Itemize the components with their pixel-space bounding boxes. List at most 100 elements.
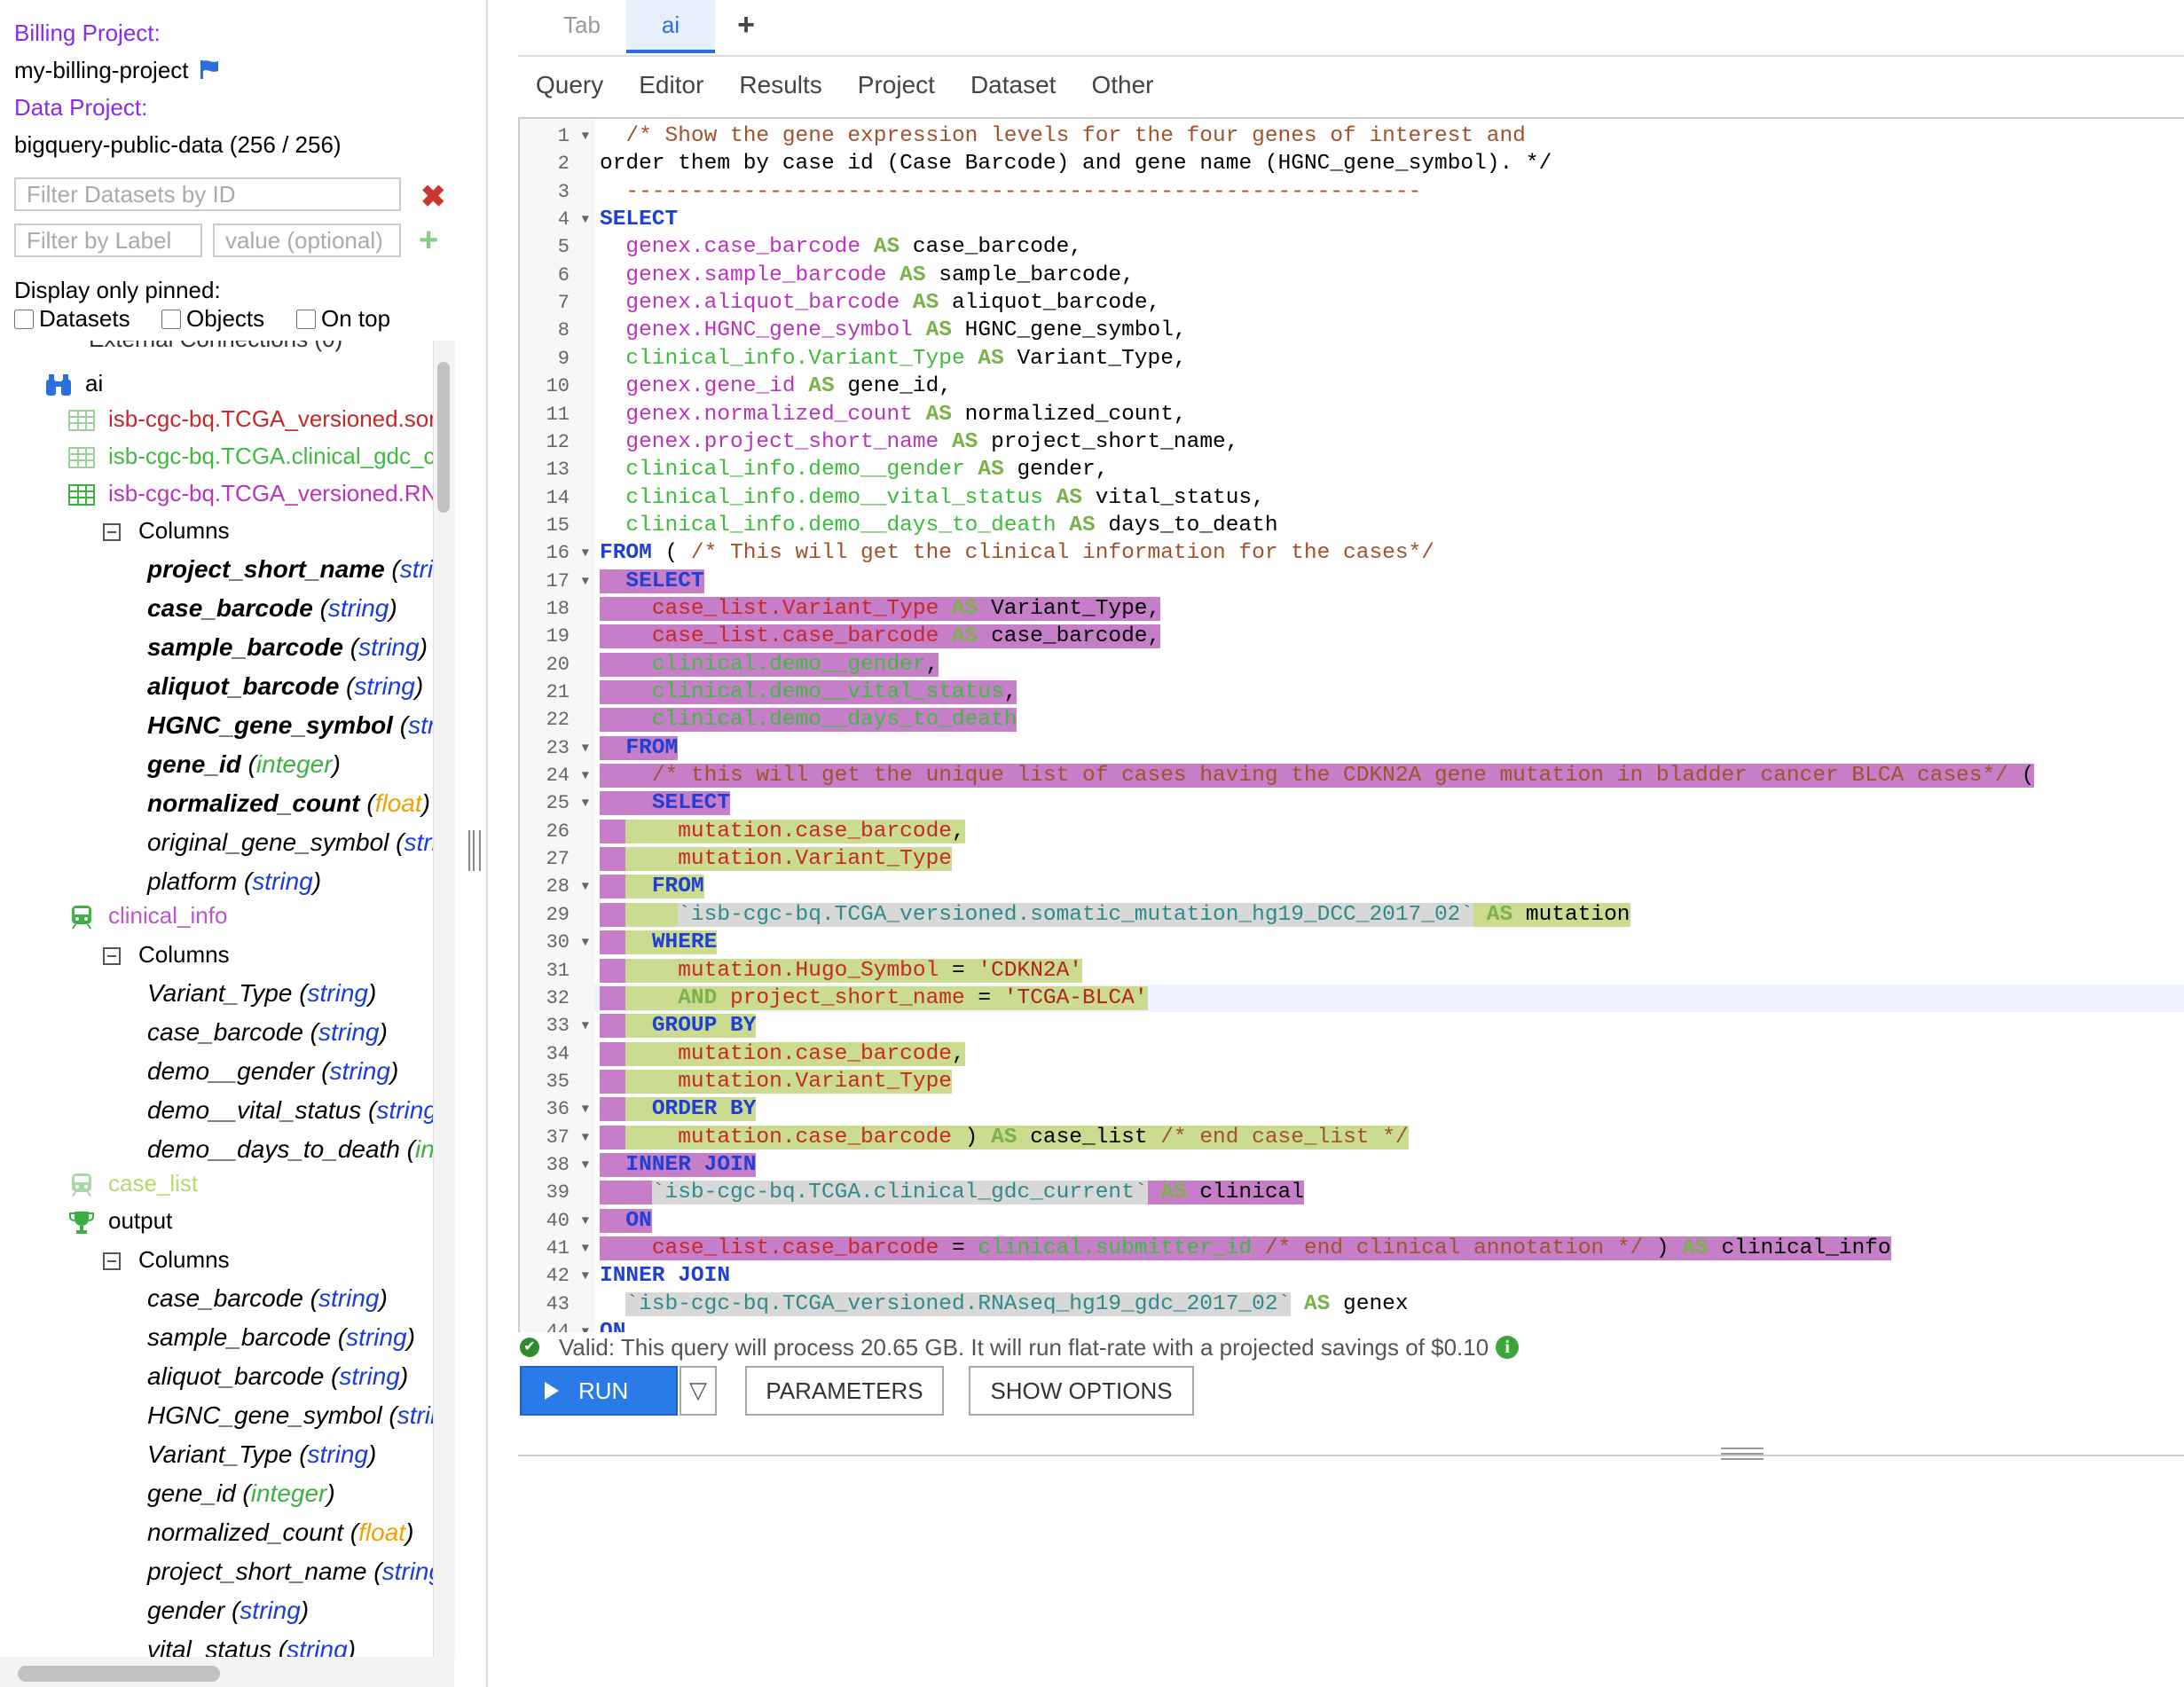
code-line[interactable]: genex.HGNC_gene_symbol AS HGNC_gene_symb… — [600, 317, 1186, 344]
pin-ontop-box[interactable] — [296, 309, 316, 329]
pin-ontop-checkbox[interactable]: On top — [296, 305, 390, 333]
tree-column[interactable]: gene_id (integer) — [147, 1474, 335, 1513]
tab-ai[interactable]: ai — [626, 0, 715, 53]
code-line[interactable]: mutation.Variant_Type — [600, 1068, 952, 1095]
fold-arrow-icon[interactable]: ▼ — [582, 790, 589, 818]
splitter-handle[interactable] — [468, 830, 481, 871]
fold-arrow-icon[interactable]: ▼ — [582, 1125, 589, 1152]
code-line[interactable]: clinical.demo__vital_status, — [600, 679, 1017, 706]
menu-other[interactable]: Other — [1091, 71, 1153, 106]
code-line[interactable]: case_list.Variant_Type AS Variant_Type, — [600, 595, 1161, 623]
add-tab-button[interactable]: + — [724, 0, 768, 53]
code-line[interactable]: clinical_info.Variant_Type AS Variant_Ty… — [600, 345, 1186, 373]
pin-objects-checkbox[interactable]: Objects — [161, 305, 264, 333]
fold-arrow-icon[interactable]: ▼ — [582, 763, 589, 790]
data-project-value[interactable]: bigquery-public-data (256 / 256) — [14, 131, 342, 159]
tree-project-ai[interactable]: ai — [44, 364, 103, 403]
tree-view-clinical-info[interactable]: clinical_info — [67, 896, 227, 935]
tree-table-somatic[interactable]: isb-cgc-bq.TCGA_versioned.somatic_mutati… — [67, 399, 433, 438]
code-line[interactable]: ON — [600, 1318, 625, 1332]
menu-dataset[interactable]: Dataset — [970, 71, 1057, 106]
tree-column[interactable]: project_short_name (string) — [147, 1552, 433, 1591]
flag-icon[interactable] — [199, 59, 222, 80]
tree-column[interactable]: HGNC_gene_symbol (string) — [147, 706, 433, 745]
tree-column[interactable]: Variant_Type (string) — [147, 974, 376, 1013]
code-line[interactable]: clinical.demo__days_to_death — [600, 706, 1017, 734]
fold-arrow-icon[interactable]: ▼ — [582, 1319, 589, 1332]
code-line[interactable]: FROM — [600, 734, 679, 762]
fold-arrow-icon[interactable]: ▼ — [582, 874, 589, 901]
info-icon[interactable]: i — [1496, 1336, 1520, 1359]
tree-column[interactable]: normalized_count (float) — [147, 1513, 413, 1552]
tree-output[interactable]: output — [67, 1201, 172, 1240]
fold-arrow-icon[interactable]: ▼ — [582, 1208, 589, 1236]
tree-column[interactable]: sample_barcode (string) — [147, 1318, 415, 1357]
run-button[interactable]: RUN — [520, 1366, 678, 1416]
tree-table-clinical[interactable]: isb-cgc-bq.TCGA.clinical_gdc_current — [67, 436, 433, 475]
tree-column[interactable]: sample_barcode (string) — [147, 628, 428, 667]
pin-objects-box[interactable] — [161, 309, 181, 329]
menu-editor[interactable]: Editor — [639, 71, 703, 106]
tree-column[interactable]: aliquot_barcode (string) — [147, 667, 423, 706]
code-line[interactable]: `isb-cgc-bq.TCGA.clinical_gdc_current` A… — [600, 1179, 1304, 1206]
code-line[interactable]: order them by case id (Case Barcode) and… — [600, 150, 1552, 177]
code-line[interactable]: genex.aliquot_barcode AS aliquot_barcode… — [600, 289, 1160, 317]
menu-results[interactable]: Results — [739, 71, 821, 106]
code-line[interactable]: `isb-cgc-bq.TCGA_versioned.RNAseq_hg19_g… — [600, 1291, 1409, 1318]
filter-label-input[interactable] — [14, 224, 202, 257]
code-line[interactable]: ORDER BY — [600, 1095, 757, 1123]
code-line[interactable]: genex.normalized_count AS normalized_cou… — [600, 401, 1186, 428]
parameters-button[interactable]: PARAMETERS — [745, 1366, 944, 1416]
fold-arrow-icon[interactable]: ▼ — [582, 540, 589, 568]
collapse-icon[interactable] — [103, 1252, 121, 1271]
add-filter-icon[interactable]: + — [419, 222, 438, 260]
filter-datasets-input[interactable] — [14, 177, 401, 211]
code-line[interactable]: WHERE — [600, 929, 718, 956]
fold-arrow-icon[interactable]: ▼ — [582, 1152, 589, 1180]
fold-arrow-icon[interactable]: ▼ — [582, 930, 589, 957]
pin-datasets-box[interactable] — [14, 309, 34, 329]
code-line[interactable]: case_list.case_barcode AS case_barcode, — [600, 623, 1161, 650]
tree-column[interactable]: HGNC_gene_symbol (string) — [147, 1396, 433, 1435]
code-line[interactable]: SELECT — [600, 789, 731, 817]
tree-column[interactable]: gene_id (integer) — [147, 745, 341, 784]
code-line[interactable]: FROM ( /* This will get the clinical inf… — [600, 539, 1434, 567]
fold-arrow-icon[interactable]: ▼ — [582, 1013, 589, 1040]
tree-columns-toggle[interactable]: Columns — [103, 1240, 230, 1279]
fold-arrow-icon[interactable]: ▼ — [582, 1096, 589, 1124]
code-line[interactable]: SELECT — [600, 568, 704, 595]
code-line[interactable]: AND project_short_name = 'TCGA-BLCA' — [600, 985, 1148, 1012]
code-line[interactable]: mutation.case_barcode, — [600, 818, 965, 845]
code-line[interactable]: INNER JOIN — [600, 1151, 757, 1179]
menu-project[interactable]: Project — [858, 71, 935, 106]
fold-arrow-icon[interactable]: ▼ — [582, 123, 589, 151]
sql-editor[interactable]: 1 ▼ 2 3 4 ▼ 5 6 7 8 9 10 11 12 13 14 15 16 ▼ 17 ▼ 18 19 20 21 22 2… — [518, 117, 2184, 1332]
code-line[interactable]: clinical_info.demo__vital_status AS vita… — [600, 484, 1264, 512]
clear-filter-icon[interactable]: ✖ — [420, 179, 446, 215]
code-line[interactable]: clinical_info.demo__gender AS gender, — [600, 456, 1108, 483]
code-line[interactable]: ON — [600, 1207, 652, 1235]
tree-column[interactable]: gender (string) — [147, 1591, 309, 1630]
code-line[interactable]: clinical.demo__gender, — [600, 651, 939, 679]
code-line[interactable]: INNER JOIN — [600, 1262, 730, 1290]
code-line[interactable]: genex.gene_id AS gene_id, — [600, 373, 952, 400]
code-line[interactable]: genex.sample_barcode AS sample_barcode, — [600, 262, 1134, 289]
tree-external-connections[interactable]: External Connections (0) — [89, 341, 342, 358]
filter-value-input[interactable] — [213, 224, 401, 257]
code-line[interactable]: /* Show the gene expression levels for t… — [600, 122, 1525, 150]
code-line[interactable]: FROM — [600, 873, 704, 900]
code-line[interactable]: clinical_info.demo__days_to_death AS day… — [600, 512, 1277, 539]
results-resize-handle[interactable] — [1721, 1448, 1764, 1460]
fold-arrow-icon[interactable]: ▼ — [582, 1236, 589, 1263]
menu-query[interactable]: Query — [536, 71, 603, 106]
code-line[interactable]: case_list.case_barcode = clinical.submit… — [600, 1235, 1891, 1262]
tab-tab[interactable]: Tab — [538, 0, 626, 53]
fold-arrow-icon[interactable]: ▼ — [582, 569, 589, 596]
scrollbar-thumb[interactable] — [18, 1666, 220, 1682]
tree-horizontal-scrollbar[interactable] — [0, 1657, 454, 1687]
collapse-icon[interactable] — [103, 523, 121, 542]
pin-datasets-checkbox[interactable]: Datasets — [14, 305, 130, 333]
panel-splitter[interactable] — [461, 0, 488, 1687]
tree-columns-toggle[interactable]: Columns — [103, 935, 230, 974]
tree-view-case-list[interactable]: case_list — [67, 1164, 198, 1203]
